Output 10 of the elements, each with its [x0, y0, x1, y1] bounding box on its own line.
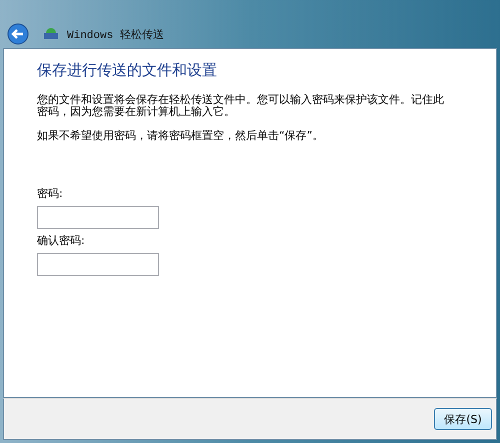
field-label: 确认密码:	[37, 233, 86, 248]
description-text: 如果不希望使用密码，请将密码框置空，然后单击“保存”。	[37, 130, 324, 142]
page-heading: 保存进行传送的文件和设置	[37, 61, 218, 80]
password-field[interactable]	[37, 206, 159, 229]
save-button[interactable]: 保存(S)	[434, 408, 492, 430]
back-button[interactable]	[7, 23, 29, 45]
password-field[interactable]	[37, 253, 159, 276]
field-label: 密码:	[37, 186, 64, 201]
description-text: 您的文件和设置将会保存在轻松传送文件中。您可以输入密码来保护该文件。记住此密码，因为您需要在新计算机上输入它。	[37, 94, 445, 118]
window-title: Windows 轻松传送	[67, 28, 164, 42]
